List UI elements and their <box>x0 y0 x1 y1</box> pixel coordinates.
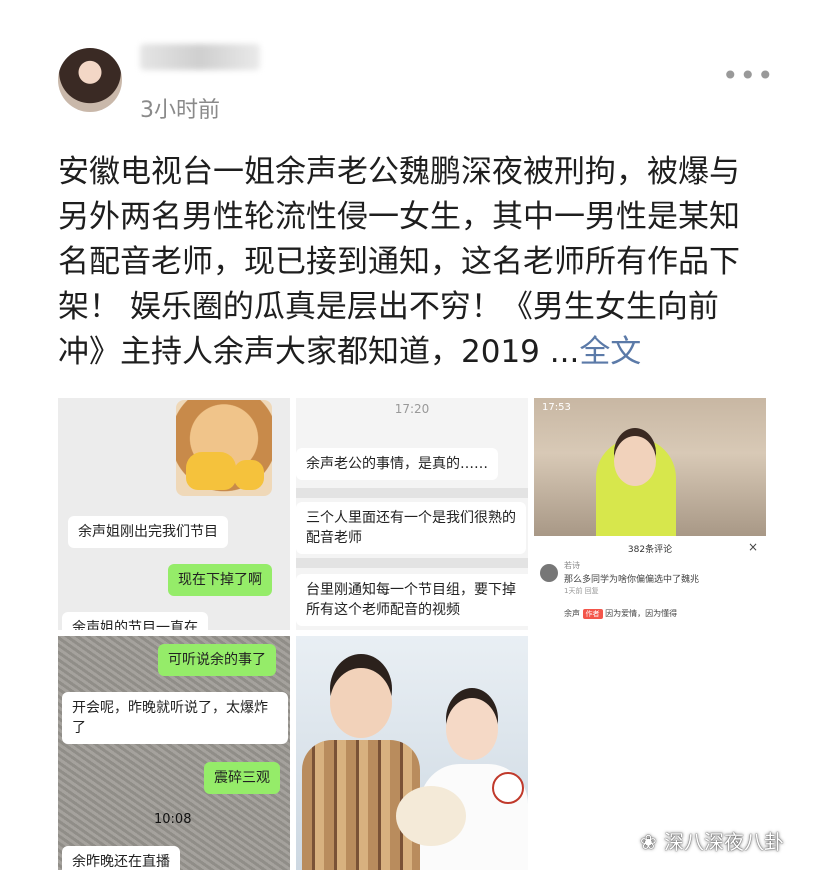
user-avatar[interactable] <box>58 48 122 112</box>
fist-emoji <box>186 452 236 490</box>
person-head <box>614 436 656 486</box>
wechat-channel-icon: ❀ <box>640 830 657 854</box>
chat-bubble: 余昨晚还在直播 <box>62 846 180 870</box>
watermark-text: 深八深夜八卦 <box>664 830 784 854</box>
image-grid: 余声姐刚出完我们节目 现在下掉了啊 余声姐的节目一直在 17:20 余声老公的事… <box>58 398 770 870</box>
image-tile-4[interactable]: 可听说余的事了 开会呢，昨晚就听说了，太爆炸了 震碎三观 10:08 余昨晚还在… <box>58 636 290 870</box>
expand-full-text-link[interactable]: 全文 <box>579 334 641 370</box>
author-tag: 作者 <box>582 609 603 619</box>
comments-header: 382条评论 <box>627 545 673 555</box>
image-tile-3[interactable]: 17:53 382条评论 × 若诗 那么多同学为啥你偏偏选中了魏兆 1天前 回复… <box>534 398 766 630</box>
chat-bubble-green: 震碎三观 <box>204 762 280 794</box>
close-icon[interactable]: × <box>748 540 758 554</box>
username-blurred[interactable] <box>140 44 260 70</box>
reply-user: 余声 <box>564 609 580 618</box>
chat-bubble: 余声姐的节目一直在 <box>62 612 208 630</box>
chat-bubble: 余声姐刚出完我们节目 <box>68 516 228 548</box>
baby-figure <box>396 786 466 846</box>
avatar-badge-icon <box>492 772 524 804</box>
man-head <box>330 668 392 738</box>
woman-head <box>446 698 498 760</box>
post-text: 安徽电视台一姐余声老公魏鹏深夜被刑拘，被爆与另外两名男性轮流性侵一女生，其中一男… <box>58 150 758 375</box>
selfie-photo: 17:53 <box>534 398 766 536</box>
chat-bubble: 余声老公的事情，是真的…… <box>296 448 498 480</box>
more-dots-icon[interactable]: ••• <box>722 62 775 90</box>
image-tile-1[interactable]: 余声姐刚出完我们节目 现在下掉了啊 余声姐的节目一直在 <box>58 398 290 630</box>
reply-text: 因为爱情，因为懂得 <box>605 609 678 618</box>
image-tile-5[interactable] <box>296 636 528 870</box>
comment-user: 若诗 <box>564 561 580 570</box>
divider <box>296 558 528 568</box>
chat-bubble: 三个人里面还有一个是我们很熟的配音老师 <box>296 502 526 554</box>
chat-bubble-green: 可听说余的事了 <box>158 644 276 676</box>
status-bar-time: 17:20 <box>394 402 430 416</box>
comments-panel: 382条评论 × 若诗 那么多同学为啥你偏偏选中了魏兆 1天前 回复 余声 作者… <box>534 536 766 630</box>
watermark: ❀ 深八深夜八卦 <box>640 826 784 855</box>
commenter-avatar <box>540 564 558 582</box>
reply-row: 余声 作者 因为爱情，因为懂得 <box>564 608 677 619</box>
status-bar-time: 17:53 <box>542 402 571 413</box>
chat-bubble-green: 现在下掉了啊 <box>168 564 272 596</box>
chat-timestamp: 10:08 <box>154 812 192 827</box>
chat-bubble: 台里刚通知每一个节目组，要下掉所有这个老师配音的视频 <box>296 574 528 626</box>
comment-text: 那么多同学为啥你偏偏选中了魏兆 <box>564 575 700 585</box>
fist-emoji <box>234 460 264 490</box>
image-tile-2[interactable]: 17:20 余声老公的事情，是真的…… 三个人里面还有一个是我们很熟的配音老师 … <box>296 398 528 630</box>
comment-meta: 1天前 回复 <box>564 587 599 595</box>
post-time: 3小时前 <box>140 98 220 123</box>
divider <box>296 488 528 498</box>
chat-bubble: 开会呢，昨晚就听说了，太爆炸了 <box>62 692 288 744</box>
dog-sticker <box>176 400 272 496</box>
